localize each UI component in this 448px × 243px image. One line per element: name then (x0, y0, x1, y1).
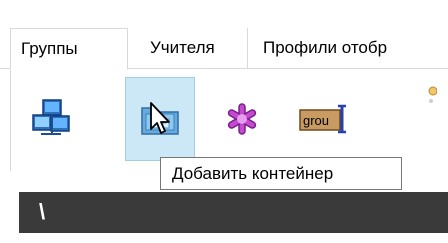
tab-bar: Группы Учителя Профили отобр (0, 0, 448, 70)
mouse-pointer-icon (150, 102, 170, 134)
group-label-button[interactable]: grou (289, 77, 359, 161)
path-text: \ (39, 199, 46, 224)
tab-teachers[interactable]: Учителя (128, 28, 248, 69)
tooltip-text: Добавить контейнер (172, 164, 334, 183)
tab-groups-label: Группы (21, 39, 78, 58)
tab-display-profiles-label: Профили отобр (263, 38, 388, 57)
group-tag-icon: grou (299, 104, 346, 134)
content-area (0, 233, 448, 243)
asterisk-icon (227, 103, 257, 135)
group-tag-text: grou (303, 113, 329, 128)
tab-display-profiles[interactable]: Профили отобр (248, 28, 448, 69)
tooltip: Добавить контейнер (160, 157, 402, 190)
network-button[interactable] (15, 77, 85, 161)
more-tool-button[interactable] (417, 77, 448, 161)
path-bar: \ (19, 192, 448, 233)
toolbar: grou (10, 69, 448, 171)
star-button[interactable] (207, 77, 277, 161)
network-computers-icon (32, 99, 70, 135)
tab-groups[interactable]: Группы (10, 28, 128, 70)
partial-tool-icon (428, 86, 437, 103)
tab-teachers-label: Учителя (150, 38, 215, 57)
